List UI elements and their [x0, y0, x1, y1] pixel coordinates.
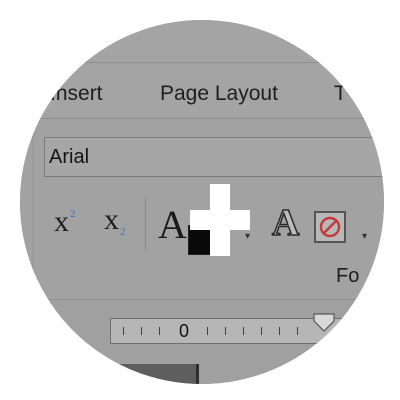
crosshair-cursor-icon: [180, 180, 260, 260]
superscript-icon[interactable]: x2: [54, 205, 76, 239]
ruler-tick: [141, 327, 142, 335]
document-page: [110, 364, 196, 384]
indent-marker-icon[interactable]: [313, 313, 335, 333]
text-effect-icon[interactable]: A: [271, 201, 300, 245]
ruler-tick: [297, 327, 298, 335]
font-name-combobox[interactable]: Arial: [44, 137, 384, 177]
superscript-letter: x: [54, 205, 69, 238]
ruler-zero-label: 0: [179, 321, 190, 341]
document-page-edge: [196, 364, 199, 384]
superscript-mark: 2: [70, 208, 76, 220]
font-name-value: Arial: [49, 146, 90, 168]
ruler-area: 0: [20, 299, 384, 384]
crosshair-horizontal: [190, 210, 250, 230]
ruler-tick: [207, 327, 208, 335]
ruler-tick: [261, 327, 262, 335]
horizontal-ruler[interactable]: 0: [110, 313, 384, 344]
subscript-mark: 2: [120, 226, 126, 238]
subscript-letter: x: [104, 203, 119, 236]
ribbon-tab-bar: Insert Page Layout T: [20, 20, 384, 119]
ruler-tick: [351, 327, 352, 335]
ruler-tick: [123, 327, 124, 335]
tab-page-layout[interactable]: Page Layout: [160, 82, 278, 106]
ruler-tick: [243, 327, 244, 335]
ruler-tick: [159, 327, 160, 335]
clear-format-dropdown-icon[interactable]: ▾: [362, 231, 367, 242]
font-group-label: Fo: [336, 265, 360, 287]
tab-bar-divider: [20, 62, 384, 63]
ruler-tick: [279, 327, 280, 335]
no-sign-icon[interactable]: [314, 211, 346, 243]
tab-next-partial[interactable]: T: [334, 82, 347, 106]
tab-insert[interactable]: Insert: [50, 82, 103, 106]
ruler-tick: [225, 327, 226, 335]
ribbon-left-divider: [32, 119, 34, 299]
magnifier-lens: Insert Page Layout T Arial x2 x2 A ▾ A ▾…: [20, 20, 384, 384]
ribbon-separator: [145, 199, 146, 249]
ruler-tick: [369, 327, 370, 335]
subscript-icon[interactable]: x2: [104, 203, 126, 238]
